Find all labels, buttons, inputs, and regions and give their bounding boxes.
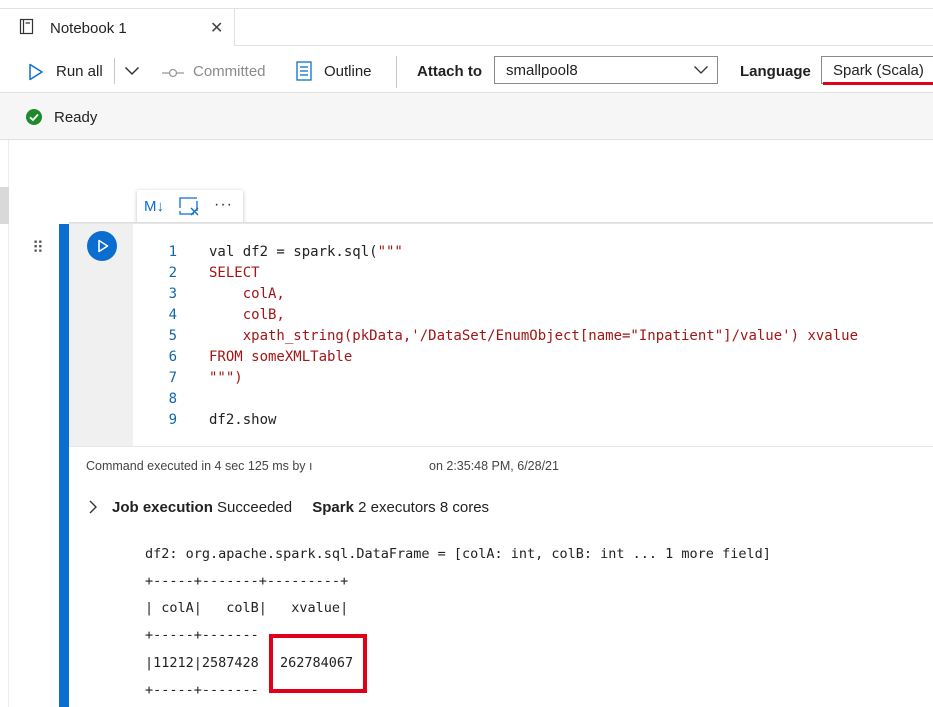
line-number: 2 [168, 265, 177, 281]
line-number: 5 [168, 328, 177, 344]
output-line: +-----+-------+---------+ [145, 573, 349, 589]
code-line: SELECT [209, 265, 260, 281]
attach-to-label: Attach to [417, 63, 482, 80]
language-highlight-underline [823, 82, 933, 85]
committed-label: Committed [193, 63, 266, 80]
toolbar-separator [396, 56, 397, 88]
code-string: """ [377, 244, 403, 260]
code-line: FROM someXMLTable [209, 349, 353, 365]
toolbar-separator [114, 58, 115, 84]
notebook-icon [19, 18, 34, 35]
execution-info: Command executed in 4 sec 125 ms by ı [86, 459, 313, 473]
active-cell-indicator [59, 224, 69, 707]
language-dropdown[interactable]: Spark (Scala) [821, 56, 933, 84]
run-all-button[interactable]: Run all [28, 60, 108, 86]
chevron-down-icon [694, 66, 708, 74]
tabbar-divider [234, 45, 933, 46]
play-icon [98, 239, 109, 253]
more-options-button[interactable]: ··· [214, 196, 233, 214]
chevron-right-icon[interactable] [88, 499, 98, 515]
panel-divider [8, 140, 9, 707]
attach-to-value: smallpool8 [506, 62, 578, 79]
chevron-down-icon[interactable] [124, 66, 140, 76]
tab-notebook-1[interactable]: Notebook 1 ✕ [10, 9, 235, 46]
clear-output-icon[interactable] [179, 197, 201, 217]
status-text: Ready [54, 109, 98, 126]
line-number: 3 [168, 286, 177, 302]
commit-icon [162, 68, 184, 78]
status-bar: Ready [0, 93, 933, 140]
execution-timestamp: on 2:35:48 PM, 6/28/21 [429, 459, 559, 473]
language-value: Spark (Scala) [833, 62, 924, 79]
code-line: val df2 = spark.sql(""" [209, 242, 403, 263]
output-line: +-----+------- [145, 627, 259, 643]
language-label: Language [740, 63, 811, 80]
close-icon[interactable]: ✕ [210, 18, 223, 38]
spark-info: 2 executors 8 cores [358, 499, 490, 516]
run-cell-button[interactable] [87, 231, 117, 261]
line-number: 7 [168, 370, 177, 386]
line-number: 8 [168, 391, 177, 407]
output-line: |11212|2587428 [145, 655, 259, 671]
cell-toolbar: M↓ ··· [137, 190, 243, 224]
job-execution-label: Job execution [112, 499, 213, 516]
job-execution-status: Succeeded [217, 499, 293, 516]
attach-to-dropdown[interactable]: smallpool8 [494, 56, 718, 84]
play-icon [29, 63, 43, 81]
line-number: 4 [168, 307, 177, 323]
sidebar-toggle[interactable] [0, 187, 9, 224]
tab-title: Notebook 1 [50, 20, 127, 37]
output-line: +-----+------- [145, 682, 259, 698]
code-token: val df2 = spark.sql( [209, 244, 378, 260]
outline-label: Outline [324, 63, 372, 80]
line-number: 1 [168, 244, 177, 260]
committed-button[interactable]: Committed [160, 60, 276, 86]
code-line: xpath_string(pkData,'/DataSet/EnumObject… [209, 328, 859, 344]
editor-divider [69, 446, 933, 447]
job-execution-summary[interactable]: Job execution Succeeded Spark 2 executor… [112, 499, 489, 516]
line-number: 6 [168, 349, 177, 365]
code-line: df2.show [209, 412, 277, 428]
spark-label: Spark [312, 499, 354, 516]
line-number: 9 [168, 412, 177, 428]
output-line: | colA| colB| xvalue| [145, 600, 349, 616]
check-circle-icon [26, 109, 42, 125]
markdown-toggle-button[interactable]: M↓ [144, 198, 164, 215]
outline-icon [296, 61, 312, 81]
highlight-box [269, 634, 367, 693]
code-line: colA, [209, 286, 285, 302]
output-line: df2: org.apache.spark.sql.DataFrame = [c… [145, 546, 771, 562]
code-line: """) [209, 370, 243, 386]
outline-button[interactable]: Outline [296, 60, 380, 86]
run-all-label: Run all [56, 63, 103, 80]
code-line: colB, [209, 307, 285, 323]
drag-handle-icon[interactable]: ⠿ [32, 238, 44, 258]
